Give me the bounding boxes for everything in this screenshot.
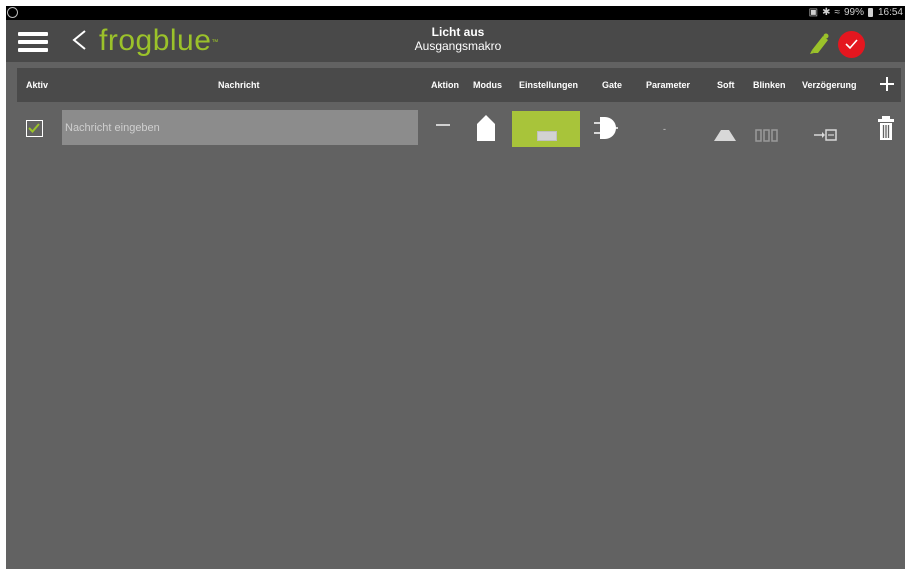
battery-level: 99% (843, 7, 864, 18)
column-header-aktiv: Aktiv (26, 80, 49, 90)
bluetooth-icon: ✱ (822, 7, 831, 18)
column-header-aktion: Aktion (431, 80, 459, 90)
column-header-blinken: Blinken (753, 80, 786, 90)
and-gate-icon[interactable] (594, 114, 618, 142)
settings-button[interactable] (512, 111, 580, 147)
column-header-einstellungen: Einstellungen (519, 80, 579, 90)
page-title: Licht aus (431, 25, 485, 39)
hamburger-icon[interactable] (18, 32, 48, 54)
app-status-icon (7, 7, 18, 18)
column-header-parameter: Parameter (646, 80, 691, 90)
trash-icon[interactable] (878, 116, 894, 140)
ramp-icon[interactable] (714, 128, 736, 142)
settings-indicator-icon (537, 131, 557, 141)
aktion-dash-icon[interactable] (436, 124, 450, 128)
parameter-value[interactable]: - (663, 124, 666, 134)
app-bar: frogblue™ Licht aus Ausgangsmakro (6, 20, 905, 62)
page-subtitle: Ausgangsmakro (414, 39, 502, 53)
status-right: ▣ ✱ ≈ 99% 16:54 (809, 7, 903, 18)
app-frame: ▣ ✱ ≈ 99% 16:54 frogblue™ Licht aus Ausg… (6, 6, 905, 569)
trademark: ™ (211, 39, 219, 46)
column-header-gate: Gate (602, 80, 623, 90)
battery-icon (867, 8, 873, 17)
nfc-icon: ▣ (808, 7, 819, 18)
delay-icon[interactable] (814, 127, 838, 143)
clock-icon[interactable] (838, 31, 865, 58)
clock-time: 16:54 (877, 7, 903, 18)
column-header-verzoegerung: Verzögerung (802, 80, 857, 90)
logo-text: frogblue (99, 24, 212, 57)
message-input[interactable] (62, 110, 418, 145)
column-header-soft: Soft (717, 80, 735, 90)
house-icon[interactable] (476, 114, 496, 142)
frogblue-logo: frogblue™ (99, 24, 219, 58)
chevron-left-icon[interactable] (68, 22, 90, 58)
column-header-nachricht: Nachricht (218, 80, 260, 90)
pulse-icon[interactable] (755, 128, 779, 142)
status-bar: ▣ ✱ ≈ 99% 16:54 (6, 6, 905, 20)
column-header-modus: Modus (473, 80, 502, 90)
checkmark-icon (28, 123, 40, 133)
aktiv-checkbox[interactable] (26, 120, 43, 137)
pen-icon[interactable] (809, 32, 831, 56)
table-header: Aktiv Nachricht Aktion Modus Einstellung… (17, 68, 901, 102)
plus-icon[interactable] (877, 74, 897, 94)
wifi-icon: ≈ (834, 7, 840, 18)
title-block: Licht aus Ausgangsmakro (358, 25, 558, 54)
